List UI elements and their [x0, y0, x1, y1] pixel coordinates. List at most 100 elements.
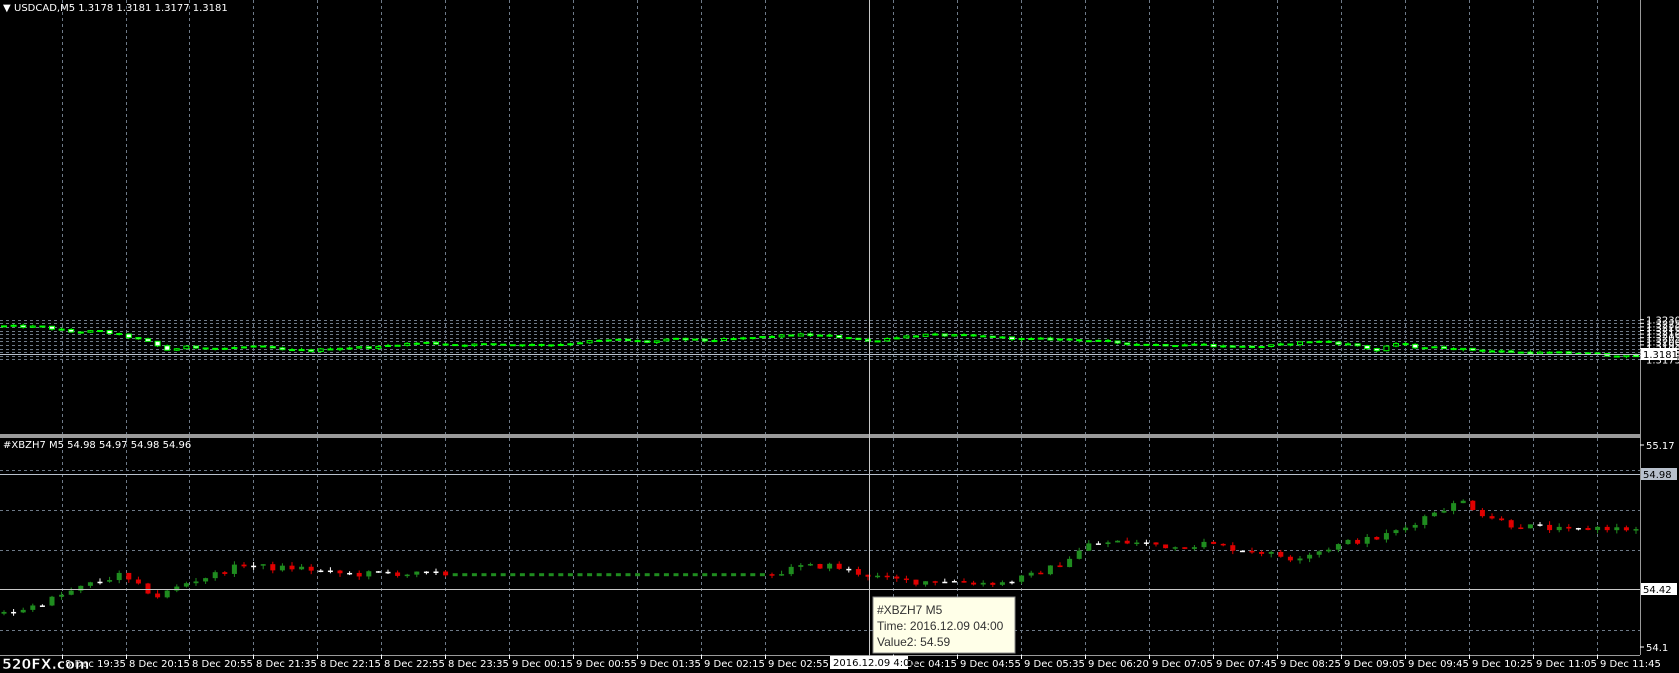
xbzh7-candle-body	[932, 581, 938, 583]
usdcad-candle-body	[605, 339, 612, 342]
xbzh7-candle-body	[788, 566, 794, 575]
usdcad-candle-body	[759, 335, 766, 339]
usdcad-candle-body	[385, 344, 391, 347]
usdcad-candle-body	[615, 338, 622, 341]
xbzh7-candle-body	[923, 581, 929, 585]
usdcad-candle-body	[845, 337, 852, 340]
xbzh7-candle-body	[107, 580, 113, 582]
usdcad-candle-body	[874, 340, 881, 343]
usdcad-candle-body	[577, 342, 583, 345]
xbzh7-candle-body	[116, 572, 122, 581]
xbzh7-candle-body	[126, 572, 132, 580]
xbzh7-candle-body	[481, 573, 487, 577]
usdcad-candle-body	[125, 333, 132, 339]
usdcad-candle-body	[260, 345, 267, 348]
usdcad-candle-body	[1354, 343, 1361, 347]
usdcad-candle-body	[490, 343, 497, 346]
usdcad-candle-body	[1565, 351, 1572, 354]
xbzh7-candle-body	[20, 609, 26, 613]
usdcad-candle-body	[778, 334, 785, 338]
crosshair-tooltip: #XBZH7 M5 Time: 2016.12.09 04:00 Value2:…	[872, 596, 1016, 654]
usdcad-menu-arrow[interactable]: ▼	[3, 3, 11, 14]
usdcad-candle-body	[1249, 345, 1255, 348]
xbzh7-candle-body	[1259, 552, 1265, 554]
xbzh7-candle-body	[567, 573, 573, 577]
usdcad-candle-body	[394, 344, 401, 347]
usdcad-candle-body	[77, 331, 84, 334]
usdcad-candle-body	[1623, 354, 1630, 358]
usdcad-candle-body	[221, 347, 228, 350]
xbzh7-candle-body	[1537, 524, 1543, 526]
xbzh7-candle-body	[1287, 556, 1293, 561]
xbzh7-candle-body	[1172, 547, 1178, 549]
usdcad-candle-body	[1393, 343, 1399, 347]
time-tick-label: 9 Dec 02:15	[704, 659, 765, 670]
xbzh7-candle-body	[740, 573, 746, 577]
xbzh7-candle-body	[961, 581, 967, 583]
xbzh7-candle-body	[471, 573, 477, 577]
usdcad-candle-body	[1162, 343, 1169, 347]
chart-svg: ▼ USDCAD,M5 1.3178 1.3181 1.3177 1.3181 …	[0, 0, 1679, 673]
xbzh7-candle-body	[625, 573, 631, 577]
usdcad-candle-body	[1066, 338, 1073, 341]
time-tick-label: 8 Dec 22:15	[320, 659, 381, 670]
usdcad-candle-body	[202, 347, 209, 350]
xbzh7-candle-body	[1124, 540, 1130, 544]
xbzh7-candle-body	[711, 573, 717, 577]
usdcad-header: USDCAD,M5 1.3178 1.3181 1.3177 1.3181	[14, 3, 228, 14]
usdcad-candle-body	[673, 337, 679, 340]
xbzh7-candle-body	[654, 573, 660, 577]
xbzh7-candle-body	[1307, 554, 1313, 559]
usdcad-candle-body	[1124, 342, 1131, 345]
usdcad-candle-body	[173, 348, 180, 351]
xbzh7-candle-body	[1134, 542, 1140, 545]
usdcad-candle-body	[692, 338, 699, 341]
xbzh7-candle-body	[1009, 581, 1015, 584]
xbzh7-y-tick-label: 54.1	[1646, 643, 1668, 654]
xbzh7-candle-body	[1508, 520, 1514, 528]
usdcad-candle-body	[836, 335, 843, 339]
xbzh7-candle-body	[558, 573, 564, 577]
xbzh7-candle-body	[1297, 558, 1303, 561]
xbzh7-candle-body	[260, 564, 266, 566]
usdcad-candle-body	[212, 347, 219, 350]
usdcad-candle-body	[529, 343, 535, 347]
xbzh7-candle-body	[1201, 541, 1207, 548]
usdcad-candle-body	[932, 333, 939, 336]
xbzh7-candle-body	[49, 596, 55, 606]
xbzh7-candle-body	[587, 573, 593, 577]
usdcad-candle-body	[1220, 345, 1227, 348]
xbzh7-candle-body	[1086, 543, 1092, 551]
xbzh7-candle-body	[491, 573, 497, 577]
xbzh7-candle-body	[59, 594, 65, 597]
usdcad-candle-body	[1201, 343, 1207, 346]
xbzh7-candle-body	[222, 572, 228, 574]
xbzh7-candle-body	[1316, 551, 1322, 555]
usdcad-candle-body	[183, 345, 190, 350]
usdcad-candle-body	[10, 324, 17, 327]
xbzh7-candle-body	[1595, 526, 1601, 530]
xbzh7-candle-body	[1268, 551, 1274, 554]
usdcad-candle-body	[1047, 337, 1054, 341]
usdcad-candle-body	[404, 342, 411, 346]
xbzh7-candle-body	[1143, 542, 1149, 544]
xbzh7-candle-body	[971, 582, 977, 585]
xbzh7-candle-body	[68, 590, 74, 595]
xbzh7-candle-body	[1163, 544, 1169, 549]
xbzh7-candle-body	[347, 572, 353, 575]
usdcad-candle-body	[548, 344, 555, 347]
time-tick-label: 9 Dec 10:25	[1472, 659, 1533, 670]
xbzh7-candle-body	[289, 565, 295, 570]
usdcad-candle-body	[711, 340, 718, 343]
usdcad-candle-body	[39, 325, 46, 328]
usdcad-candle-body	[375, 345, 382, 349]
time-tick-label: 9 Dec 06:20	[1088, 659, 1149, 670]
usdcad-candle-body	[1316, 340, 1323, 343]
usdcad-candle-body	[1037, 337, 1044, 340]
usdcad-candle-body	[519, 344, 526, 347]
usdcad-candle-body	[413, 342, 420, 345]
usdcad-candle-body	[29, 325, 36, 328]
xbzh7-candle-body	[980, 582, 986, 585]
usdcad-candle-body	[68, 328, 75, 333]
usdcad-candle-body	[250, 345, 257, 348]
